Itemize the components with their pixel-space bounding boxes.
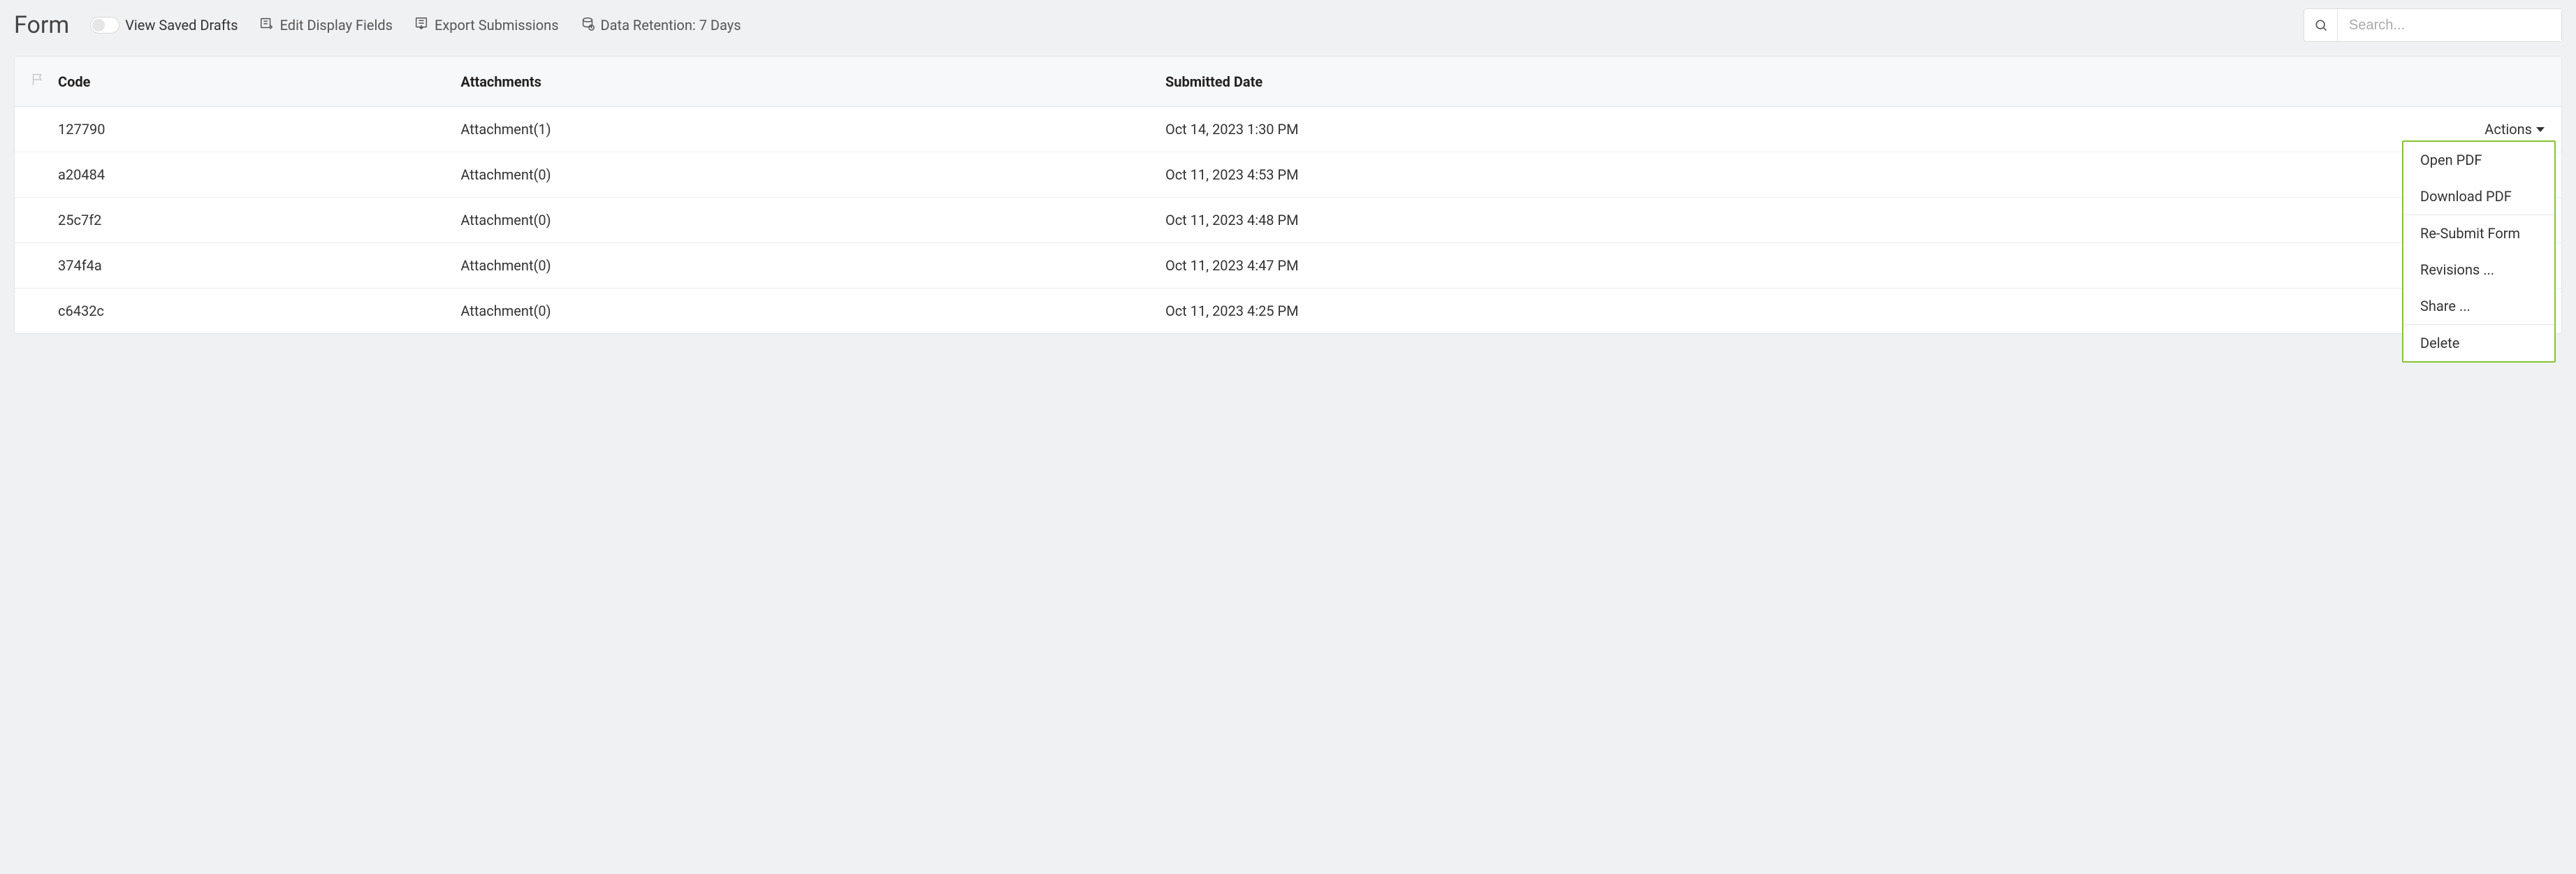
actions-button[interactable]: Actions (2484, 121, 2545, 138)
delete-item[interactable]: Delete (2403, 325, 2554, 361)
export-submissions-button[interactable]: Export Submissions (414, 16, 559, 35)
code-column-header[interactable]: Code (45, 57, 448, 107)
actions-column-header (2158, 57, 2561, 107)
attachments-column-header[interactable]: Attachments (448, 57, 1153, 107)
data-retention-button[interactable]: Data Retention: 7 Days (580, 16, 741, 35)
table-row: 25c7f2 Attachment(0) Oct 11, 2023 4:48 P… (15, 198, 2561, 243)
cell-submitted: Oct 11, 2023 4:48 PM (1153, 198, 2158, 243)
search-wrap (2304, 8, 2562, 42)
retention-icon (580, 16, 595, 35)
table-row: a20484 Attachment(0) Oct 11, 2023 4:53 P… (15, 152, 2561, 198)
cell-attachments[interactable]: Attachment(1) (448, 107, 1153, 152)
retention-label: Data Retention: 7 Days (601, 17, 741, 34)
page-title: Form (14, 11, 69, 39)
actions-dropdown: Open PDF Download PDF Re-Submit Form Rev… (2402, 140, 2556, 363)
cell-code: 374f4a (45, 243, 448, 289)
cell-attachments[interactable]: Attachment(0) (448, 198, 1153, 243)
cell-submitted: Oct 11, 2023 4:47 PM (1153, 243, 2158, 289)
view-drafts-label: View Saved Drafts (125, 17, 238, 34)
view-drafts-toggle-wrap: View Saved Drafts (90, 17, 238, 34)
share-item[interactable]: Share ... (2403, 288, 2554, 324)
cell-attachments[interactable]: Attachment(0) (448, 289, 1153, 334)
table-row: c6432c Attachment(0) Oct 11, 2023 4:25 P… (15, 289, 2561, 334)
cell-submitted: Oct 11, 2023 4:25 PM (1153, 289, 2158, 334)
submissions-table: Code Attachments Submitted Date 127790 A… (15, 57, 2561, 333)
cell-code: c6432c (45, 289, 448, 334)
actions-label: Actions (2484, 121, 2532, 138)
cell-attachments[interactable]: Attachment(0) (448, 243, 1153, 289)
export-label: Export Submissions (435, 17, 559, 34)
cell-code: 25c7f2 (45, 198, 448, 243)
cell-submitted: Oct 14, 2023 1:30 PM (1153, 107, 2158, 152)
table-row: 127790 Attachment(1) Oct 14, 2023 1:30 P… (15, 107, 2561, 152)
table-row: 374f4a Attachment(0) Oct 11, 2023 4:47 P… (15, 243, 2561, 289)
cell-attachments[interactable]: Attachment(0) (448, 152, 1153, 198)
cell-code: 127790 (45, 107, 448, 152)
export-icon (414, 16, 429, 35)
edit-fields-label: Edit Display Fields (280, 17, 393, 34)
open-pdf-item[interactable]: Open PDF (2403, 142, 2554, 178)
cell-submitted: Oct 11, 2023 4:53 PM (1153, 152, 2158, 198)
submitted-column-header[interactable]: Submitted Date (1153, 57, 2158, 107)
revisions-item[interactable]: Revisions ... (2403, 252, 2554, 288)
download-pdf-item[interactable]: Download PDF (2403, 178, 2554, 214)
toolbar: Form View Saved Drafts Edit Display Fiel… (0, 0, 2576, 56)
search-input[interactable] (2338, 9, 2561, 41)
edit-display-fields-button[interactable]: Edit Display Fields (259, 16, 393, 35)
flag-column-header[interactable] (15, 57, 45, 107)
table-header-row: Code Attachments Submitted Date (15, 57, 2561, 107)
flag-icon (30, 74, 45, 91)
resubmit-item[interactable]: Re-Submit Form (2403, 215, 2554, 252)
submissions-table-wrap: Code Attachments Submitted Date 127790 A… (14, 56, 2562, 334)
search-icon[interactable] (2304, 9, 2338, 41)
view-drafts-toggle[interactable] (90, 17, 119, 34)
caret-down-icon (2536, 127, 2545, 132)
cell-code: a20484 (45, 152, 448, 198)
edit-fields-icon (259, 16, 275, 35)
